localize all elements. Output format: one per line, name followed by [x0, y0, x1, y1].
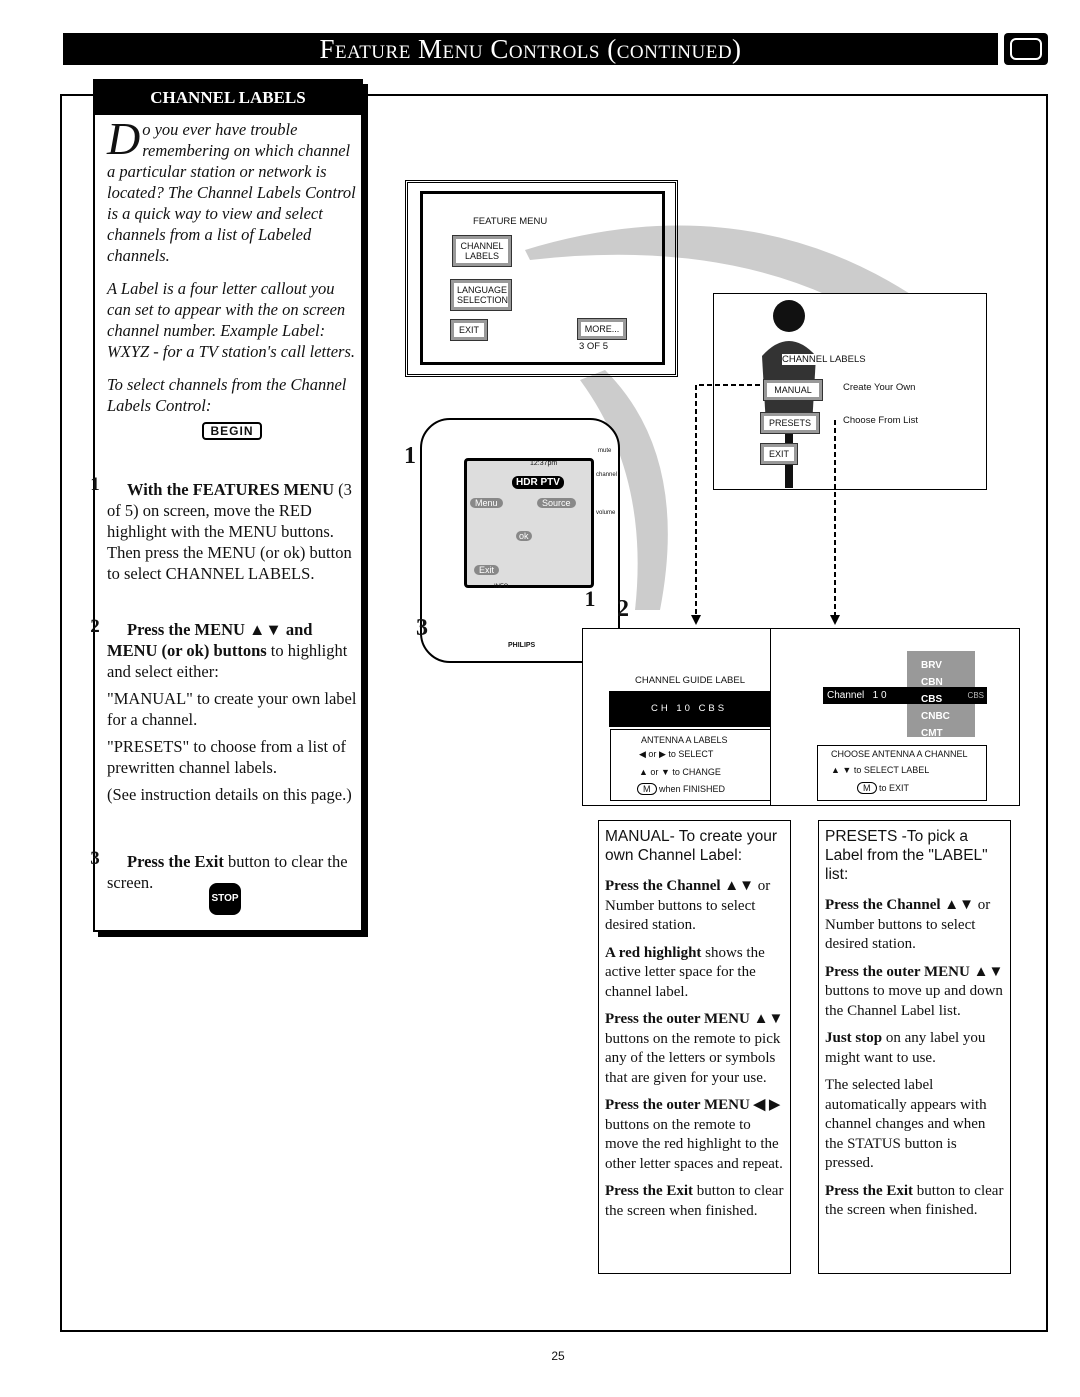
remote-info-button[interactable]: INFO: [494, 584, 508, 590]
presets-screen: Channel 1 0 CBS BRV CBN CBS CNBC CMT CHOOSE A…: [770, 628, 1020, 806]
presets-para: Just stop on any label you might want to…: [825, 1030, 986, 1066]
intro-body: o you ever have trouble remembering on w…: [107, 120, 356, 265]
feature-menu-title: FEATURE MENU: [473, 216, 548, 227]
presets-para: The selected label automatically appears…: [825, 1077, 987, 1171]
presets-para: Press the outer MENU ▲▼ buttons to move …: [825, 963, 1004, 1019]
select-hint: ◀ or ▶ to SELECT: [639, 749, 714, 759]
section-title: CHANNEL LABELS: [95, 81, 361, 115]
selected-label: CBS: [967, 691, 984, 700]
remote-source-button[interactable]: Source: [537, 498, 576, 508]
preset-label-list[interactable]: BRV CBN CBS CNBC CMT: [921, 657, 950, 742]
drop-cap: D: [107, 113, 141, 164]
manual-para: Press the Exit button to clear the scree…: [605, 1183, 784, 1219]
callout-3: 3: [416, 615, 428, 641]
connector-arrows: [691, 384, 840, 625]
page-number: 25: [551, 1349, 565, 1363]
select-label-hint: ▲ ▼ to SELECT LABEL: [831, 765, 930, 775]
tv-icon: [1004, 33, 1048, 65]
remote-menu-button[interactable]: Menu: [470, 498, 503, 508]
remote-mute-label: mute: [598, 448, 612, 454]
choose-channel-title: CHOOSE ANTENNA A CHANNEL: [831, 749, 968, 759]
remote-time: 12:37pm: [530, 460, 558, 467]
remote-display: HDR PTV: [512, 476, 564, 489]
label-definition: A Label is a four letter callout you can…: [107, 279, 355, 361]
channel-labels-panel: CHANNEL LABELS Do you ever have trouble …: [90, 79, 363, 932]
to-select-text: To select channels from the Channel Labe…: [107, 375, 347, 415]
presets-heading: PRESETS -To pick a Label from the "LABEL…: [825, 828, 988, 883]
exit-hint: M to EXIT: [857, 782, 909, 794]
manual-description: Create Your Own: [843, 382, 916, 393]
manual-para: Press the outer MENU ◀ ▶ buttons on the …: [605, 1097, 783, 1172]
page-header: Feature Menu Controls (continued): [63, 33, 998, 65]
manual-instructions: MANUAL- To create your own Channel Label…: [598, 820, 791, 1274]
remote-channel-label: channel: [596, 472, 618, 478]
presets-description: Choose From List: [843, 415, 918, 426]
antenna-labels: ANTENNA A LABELS: [641, 735, 728, 745]
exit-button[interactable]: EXIT: [450, 319, 488, 341]
finished-hint: M when FINISHED: [637, 783, 725, 795]
presets-para: Press the Exit button to clear the scree…: [825, 1182, 1004, 1219]
remote-ok-button[interactable]: ok: [516, 531, 532, 541]
channel-guide-label-title: CHANNEL GUIDE LABEL: [635, 675, 745, 686]
change-hint: ▲ or ▼ to CHANGE: [639, 767, 721, 777]
label-entry: CH 10 CBS: [609, 691, 773, 727]
remote-control: 12:37pm HDR PTV Menu Source ok Exit INFO…: [420, 418, 620, 663]
presets-instructions: PRESETS -To pick a Label from the "LABEL…: [818, 820, 1011, 1274]
stop-sign-icon: STOP: [209, 883, 241, 915]
callout-1b: 1: [584, 586, 596, 611]
presets-para: Press the Channel ▲▼ or Number buttons t…: [825, 897, 991, 952]
manual-para: A red highlight shows the active letter …: [605, 944, 765, 1000]
callout-2: 2: [617, 596, 629, 622]
manual-label-screen: CHANNEL GUIDE LABEL CH 10 CBS ANTENNA A …: [582, 628, 773, 806]
manual-para: Press the outer MENU ▲▼ buttons on the r…: [605, 1011, 784, 1086]
channel-labels-button[interactable]: CHANNEL LABELS: [452, 235, 512, 267]
menu-page-indicator: 3 OF 5: [579, 341, 609, 352]
callout-1: 1: [404, 443, 416, 469]
remote-volume-label: volume: [596, 510, 616, 516]
language-selection-button[interactable]: LANGUAGE SELECTION: [450, 279, 512, 311]
selected-channel-row: Channel 1 0 CBS: [823, 687, 987, 704]
manual-para: Press the Channel ▲▼ or Number buttons t…: [605, 878, 771, 933]
begin-badge: BEGIN: [202, 422, 262, 440]
channel-labels-title: CHANNEL LABELS: [782, 354, 866, 365]
feature-menu-screen: FEATURE MENU CHANNEL LABELS LANGUAGE SEL…: [405, 180, 678, 377]
more-button[interactable]: MORE...: [577, 318, 627, 340]
philips-logo: PHILIPS: [508, 642, 536, 649]
remote-exit-button[interactable]: Exit: [474, 565, 500, 575]
step-1-text: With the FEATURES MENU (3 of 5) on scree…: [107, 480, 352, 583]
manual-heading: MANUAL- To create your own Channel Label…: [605, 828, 777, 864]
step-2-text: Press the MENU ▲▼ and MENU (or ok) butto…: [107, 620, 357, 804]
intro-text: Do you ever have trouble remembering on …: [107, 113, 357, 266]
